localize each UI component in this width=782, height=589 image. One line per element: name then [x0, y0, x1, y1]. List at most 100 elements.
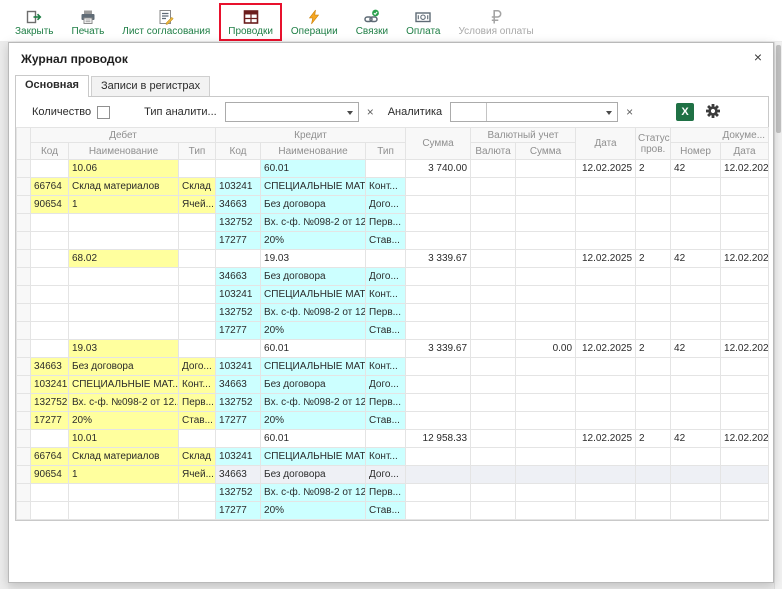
- cell-date[interactable]: [576, 358, 636, 376]
- cell-debit-type[interactable]: [179, 322, 216, 340]
- cell-debit-type[interactable]: [179, 484, 216, 502]
- cell-debit-type[interactable]: [179, 286, 216, 304]
- cell-debit-name[interactable]: Склад материалов: [69, 178, 179, 196]
- cell-debit-code[interactable]: 66764: [31, 178, 69, 196]
- cell-doc-number[interactable]: [671, 448, 721, 466]
- cell-sum[interactable]: [406, 196, 471, 214]
- cell-sum[interactable]: [406, 232, 471, 250]
- cell-credit-type[interactable]: Перв...: [366, 304, 406, 322]
- cell-credit-name[interactable]: Без договора: [261, 196, 366, 214]
- cell-credit-code[interactable]: 132752: [216, 214, 261, 232]
- table-row[interactable]: 34663Без договораДого...103241СПЕЦИАЛЬНЫ…: [17, 358, 769, 376]
- cell-debit-name[interactable]: 20%: [69, 412, 179, 430]
- tab-main[interactable]: Основная: [15, 75, 89, 97]
- cell-sum[interactable]: [406, 214, 471, 232]
- table-row[interactable]: 103241СПЕЦИАЛЬНЫЕ МАТ...Конт...34663Без …: [17, 376, 769, 394]
- cell-credit-type[interactable]: Дого...: [366, 466, 406, 484]
- cell-debit-type[interactable]: Дого...: [179, 358, 216, 376]
- cell-credit-name[interactable]: 20%: [261, 502, 366, 520]
- cell-date[interactable]: [576, 214, 636, 232]
- cell-debit-type[interactable]: [179, 250, 216, 268]
- cell-sum[interactable]: [406, 376, 471, 394]
- cell-debit-name[interactable]: [69, 502, 179, 520]
- cell-status[interactable]: [636, 466, 671, 484]
- row-select-margin[interactable]: [17, 358, 31, 376]
- cell-sum[interactable]: [406, 178, 471, 196]
- cell-debit-code[interactable]: 103241: [31, 376, 69, 394]
- cell-status[interactable]: [636, 412, 671, 430]
- cell-debit-name[interactable]: [69, 286, 179, 304]
- cell-status[interactable]: 2: [636, 430, 671, 448]
- cell-doc-date[interactable]: [721, 322, 769, 340]
- cell-credit-name[interactable]: 60.01: [261, 340, 366, 358]
- cell-credit-type[interactable]: Конт...: [366, 358, 406, 376]
- cell-debit-name[interactable]: [69, 304, 179, 322]
- cell-credit-code[interactable]: 103241: [216, 448, 261, 466]
- cell-credit-code[interactable]: 17277: [216, 502, 261, 520]
- cell-credit-code[interactable]: [216, 250, 261, 268]
- cell-date[interactable]: 12.02.2025: [576, 250, 636, 268]
- cell-debit-type[interactable]: [179, 160, 216, 178]
- toolbar-button-operations[interactable]: Операции: [282, 3, 347, 41]
- cell-credit-type[interactable]: [366, 340, 406, 358]
- row-select-margin[interactable]: [17, 340, 31, 358]
- cell-currency[interactable]: [471, 340, 516, 358]
- cell-doc-date[interactable]: [721, 286, 769, 304]
- cell-currency-sum[interactable]: [516, 466, 576, 484]
- cell-doc-number[interactable]: [671, 196, 721, 214]
- row-select-margin[interactable]: [17, 268, 31, 286]
- cell-sum[interactable]: [406, 322, 471, 340]
- cell-credit-code[interactable]: [216, 160, 261, 178]
- cell-sum[interactable]: [406, 358, 471, 376]
- cell-doc-number[interactable]: [671, 502, 721, 520]
- cell-date[interactable]: [576, 484, 636, 502]
- row-select-margin[interactable]: [17, 484, 31, 502]
- cell-currency[interactable]: [471, 322, 516, 340]
- dialog-close-button[interactable]: ×: [752, 48, 764, 66]
- cell-debit-name[interactable]: 10.01: [69, 430, 179, 448]
- cell-credit-type[interactable]: Конт...: [366, 178, 406, 196]
- clear-analytics-type-button[interactable]: ×: [365, 104, 376, 120]
- scrollbar-thumb[interactable]: [776, 45, 781, 133]
- table-row[interactable]: 1727720%Став...: [17, 502, 769, 520]
- cell-credit-type[interactable]: Став...: [366, 322, 406, 340]
- table-row[interactable]: 906541Ячей...34663Без договораДого...: [17, 466, 769, 484]
- cell-credit-code[interactable]: [216, 340, 261, 358]
- cell-doc-date[interactable]: [721, 304, 769, 322]
- cell-credit-code[interactable]: 132752: [216, 304, 261, 322]
- cell-status[interactable]: [636, 178, 671, 196]
- cell-debit-type[interactable]: [179, 214, 216, 232]
- cell-date[interactable]: [576, 448, 636, 466]
- row-select-margin[interactable]: [17, 448, 31, 466]
- cell-doc-date[interactable]: [721, 178, 769, 196]
- cell-debit-code[interactable]: [31, 304, 69, 322]
- cell-debit-type[interactable]: [179, 430, 216, 448]
- cell-doc-number[interactable]: [671, 376, 721, 394]
- cell-credit-type[interactable]: Перв...: [366, 214, 406, 232]
- table-row[interactable]: 906541Ячей...34663Без договораДого...: [17, 196, 769, 214]
- cell-debit-type[interactable]: Конт...: [179, 376, 216, 394]
- cell-debit-type[interactable]: [179, 502, 216, 520]
- cell-doc-date[interactable]: [721, 394, 769, 412]
- cell-doc-date[interactable]: [721, 502, 769, 520]
- cell-credit-code[interactable]: 34663: [216, 196, 261, 214]
- cell-doc-number[interactable]: [671, 178, 721, 196]
- cell-doc-number[interactable]: [671, 412, 721, 430]
- cell-debit-type[interactable]: Став...: [179, 412, 216, 430]
- cell-debit-name[interactable]: Склад материалов: [69, 448, 179, 466]
- cell-date[interactable]: 12.02.2025: [576, 430, 636, 448]
- cell-currency[interactable]: [471, 232, 516, 250]
- cell-doc-date[interactable]: [721, 268, 769, 286]
- cell-doc-number[interactable]: 42: [671, 340, 721, 358]
- cell-currency[interactable]: [471, 394, 516, 412]
- cell-date[interactable]: [576, 394, 636, 412]
- table-row[interactable]: 66764Склад материаловСклад103241СПЕЦИАЛЬ…: [17, 178, 769, 196]
- cell-currency-sum[interactable]: [516, 232, 576, 250]
- cell-debit-type[interactable]: [179, 304, 216, 322]
- cell-debit-name[interactable]: [69, 214, 179, 232]
- cell-currency[interactable]: [471, 160, 516, 178]
- cell-credit-name[interactable]: 20%: [261, 412, 366, 430]
- cell-debit-code[interactable]: [31, 484, 69, 502]
- cell-sum[interactable]: [406, 268, 471, 286]
- cell-credit-name[interactable]: Вх. с-ф. №098-2 от 12...: [261, 214, 366, 232]
